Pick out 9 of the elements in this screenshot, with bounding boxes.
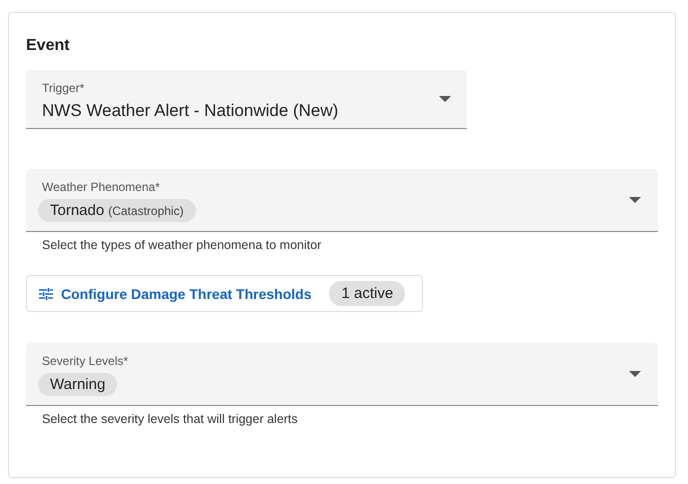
severity-levels-select[interactable]: Severity Levels* Warning [26,343,658,406]
weather-phenomena-select[interactable]: Weather Phenomena* Tornado (Catastrophic) [26,169,658,232]
configure-thresholds-button[interactable]: Configure Damage Threat Thresholds 1 active [26,275,423,312]
chip: Tornado (Catastrophic) [38,199,196,222]
helper-text: Select the severity levels that will trigger alerts [42,412,298,426]
trigger-select[interactable]: Trigger* NWS Weather Alert - Nationwide (New) [26,70,467,129]
chip: Warning [38,373,118,396]
section-title: Event [26,37,71,56]
helper-text: Select the types of weather phenomena to monitor [42,238,322,252]
